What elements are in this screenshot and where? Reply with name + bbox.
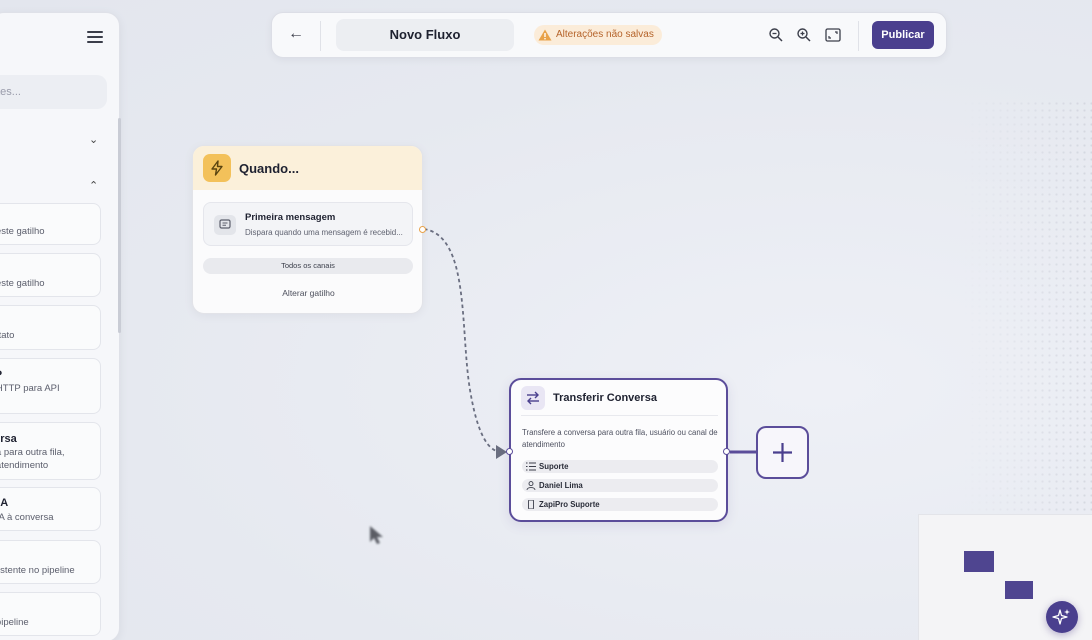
transfer-queue-row: Suporte — [522, 460, 718, 473]
transfer-user-row: Daniel Lima — [522, 479, 718, 492]
zoom-out-icon[interactable] — [768, 27, 784, 43]
palette-item-desc: e atendimento — [0, 460, 49, 471]
transfer-channel-row: ZapiPro Suporte — [522, 498, 718, 511]
palette-item[interactable]: o pipeline — [0, 592, 101, 636]
chat-message-icon — [214, 215, 236, 235]
palette-item-pipeline[interactable]: o existente no pipeline — [0, 540, 101, 584]
palette-item-desc: existente no pipeline — [0, 565, 75, 576]
transfer-output-port[interactable] — [723, 448, 730, 455]
trigger-output-port[interactable] — [419, 226, 426, 233]
trigger-event-desc: Dispara quando uma mensagem é recebid... — [245, 228, 403, 237]
transfer-input-port[interactable] — [506, 448, 513, 455]
palette-item-title: TP — [0, 369, 2, 381]
trigger-event-title: Primeira mensagem — [245, 212, 336, 223]
palette-item-http[interactable]: TP o HTTP para API — [0, 358, 101, 414]
transfer-node-title: Transferir Conversa — [553, 392, 657, 404]
transfer-arrows-icon — [521, 386, 545, 410]
node-divider — [521, 415, 718, 416]
palette-search-input[interactable]: ntes... — [0, 75, 107, 109]
add-node-button[interactable] — [756, 426, 809, 479]
palette-item-desc: o pipeline — [0, 617, 29, 628]
sidebar-scrollbar[interactable] — [118, 118, 121, 333]
palette-item-desc: a este gatilho — [0, 226, 45, 237]
palette-item-desc: a este gatilho — [0, 278, 45, 289]
trigger-node-header: Quando... — [193, 146, 422, 190]
fit-view-icon[interactable] — [825, 27, 841, 43]
lightning-icon — [203, 154, 231, 182]
editor-toolbar: ← Novo Fluxo Alterações não salvas Publi… — [271, 12, 947, 58]
palette-item-desc: rsa para outra fila, — [0, 447, 65, 458]
toolbar-divider — [320, 21, 321, 51]
minimap-node — [1005, 581, 1033, 599]
plus-icon — [773, 443, 792, 462]
publish-button[interactable]: Publicar — [872, 21, 934, 49]
sparkle-icon — [1052, 609, 1070, 625]
palette-item[interactable]: sa a este gatilho — [0, 253, 101, 297]
phone-icon — [528, 500, 534, 509]
transfer-node-desc: Transfere a conversa para outra fila, us… — [522, 428, 718, 449]
transfer-user-label: Daniel Lima — [539, 481, 583, 490]
menu-icon[interactable] — [87, 31, 103, 46]
node-palette-sidebar: ntes... ⌄ ⌃ a este gatilho sa a este gat… — [0, 12, 121, 640]
unsaved-badge-text: Alterações não salvas — [556, 29, 654, 40]
back-arrow-icon[interactable]: ← — [288, 25, 304, 43]
ai-assistant-button[interactable] — [1046, 601, 1078, 633]
palette-item-ai[interactable]: e IA e IA à conversa — [0, 487, 101, 531]
zoom-in-icon[interactable] — [796, 27, 812, 43]
palette-item[interactable]: ontato — [0, 305, 101, 350]
palette-item-desc: ontato — [0, 330, 15, 341]
toolbar-divider — [858, 21, 859, 51]
palette-item-transfer[interactable]: versa rsa para outra fila, e atendimento — [0, 422, 101, 480]
transfer-queue-label: Suporte — [539, 462, 569, 471]
change-trigger-link[interactable]: Alterar gatilho — [193, 288, 422, 298]
chevron-up-icon[interactable]: ⌃ — [89, 179, 98, 192]
user-icon — [526, 481, 536, 490]
mouse-cursor — [370, 526, 383, 544]
channels-chip: Todos os canais — [203, 258, 413, 274]
warning-icon — [538, 29, 552, 41]
palette-item[interactable]: a este gatilho — [0, 203, 101, 245]
palette-item-title: versa — [0, 433, 17, 445]
trigger-node-title: Quando... — [239, 161, 299, 176]
transfer-channel-label: ZapiPro Suporte — [539, 500, 600, 509]
unsaved-badge: Alterações não salvas — [534, 25, 662, 45]
palette-item-desc: e IA à conversa — [0, 512, 54, 523]
trigger-event-card[interactable]: Primeira mensagem Dispara quando uma men… — [203, 202, 413, 246]
trigger-node[interactable]: Quando... Primeira mensagem Dispara quan… — [192, 145, 423, 314]
flow-title[interactable]: Novo Fluxo — [336, 19, 514, 51]
list-icon — [526, 462, 536, 471]
palette-item-desc: o HTTP para API — [0, 383, 60, 394]
transfer-conversation-node[interactable]: Transferir Conversa Transfere a conversa… — [509, 378, 728, 522]
minimap-node — [964, 551, 994, 572]
chevron-down-icon[interactable]: ⌄ — [89, 133, 98, 146]
palette-item-title: e IA — [0, 497, 9, 509]
